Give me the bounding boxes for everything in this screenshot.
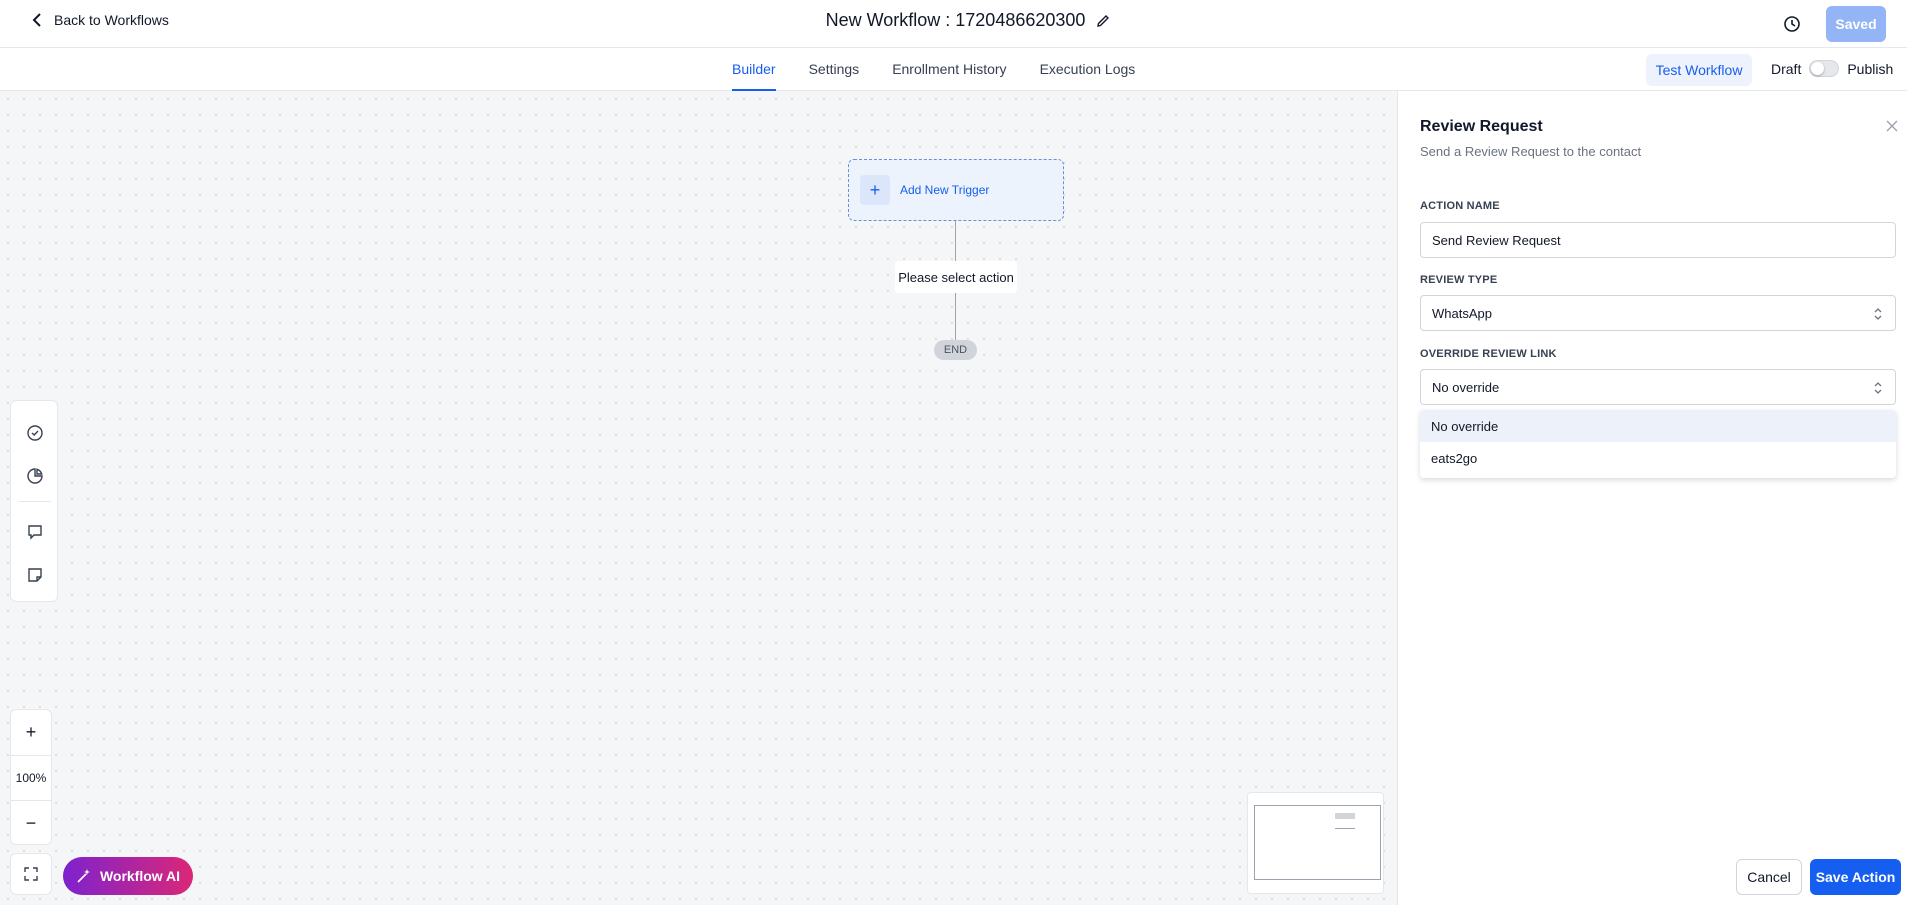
workflow-ai-button[interactable]: Workflow AI <box>63 857 193 895</box>
action-name-input[interactable]: Send Review Request <box>1420 222 1896 258</box>
override-review-link-select[interactable]: No override <box>1420 369 1896 405</box>
panel-subtitle: Send a Review Request to the contact <box>1420 144 1642 159</box>
publish-toggle[interactable] <box>1809 60 1840 77</box>
minimap[interactable] <box>1247 792 1384 894</box>
pencil-icon[interactable] <box>1095 13 1111 29</box>
select-action-node[interactable]: Please select action <box>895 261 1017 293</box>
pie-chart-icon[interactable] <box>23 464 47 488</box>
close-icon[interactable] <box>1884 118 1900 134</box>
action-name-label: ACTION NAME <box>1420 200 1500 212</box>
minimap-viewport <box>1254 805 1381 880</box>
connector-line <box>955 293 956 340</box>
tab-execution-logs[interactable]: Execution Logs <box>1040 48 1136 91</box>
end-node: END <box>934 340 977 360</box>
zoom-level: 100% <box>11 755 51 801</box>
sticky-note-icon[interactable] <box>23 563 47 587</box>
publish-toggle-group: Draft Publish <box>1771 60 1893 77</box>
zoom-out-button[interactable]: − <box>11 801 51 846</box>
cancel-button[interactable]: Cancel <box>1736 859 1802 895</box>
workflow-canvas[interactable]: + Add New Trigger Please select action E… <box>0 91 1397 905</box>
override-dropdown-menu: No override eats2go <box>1420 410 1896 478</box>
workflow-ai-label: Workflow AI <box>99 868 181 884</box>
saved-button[interactable]: Saved <box>1826 6 1886 42</box>
chevron-up-down-icon <box>1874 308 1882 320</box>
publish-label: Publish <box>1847 60 1894 77</box>
zoom-in-button[interactable]: + <box>11 710 51 755</box>
top-bar: Back to Workflows New Workflow : 1720486… <box>0 0 1907 48</box>
workflow-title: New Workflow : 1720486620300 <box>825 10 1086 30</box>
expand-icon <box>24 867 38 881</box>
review-type-select[interactable]: WhatsApp <box>1420 295 1896 331</box>
tabs: Builder Settings Enrollment History Exec… <box>732 48 1135 91</box>
action-config-panel: Review Request Send a Review Request to … <box>1397 91 1907 905</box>
divider <box>19 501 51 502</box>
tab-builder[interactable]: Builder <box>732 48 776 91</box>
test-workflow-button[interactable]: Test Workflow <box>1646 54 1752 86</box>
zoom-controls: + 100% − <box>10 709 52 845</box>
history-icon[interactable] <box>1781 13 1803 35</box>
minimap-node <box>1335 813 1355 819</box>
comment-icon[interactable] <box>23 520 47 544</box>
magic-wand-icon <box>77 869 90 883</box>
draft-label: Draft <box>1771 60 1802 77</box>
minimap-edge <box>1335 828 1355 829</box>
override-review-link-label: OVERRIDE REVIEW LINK <box>1420 348 1557 360</box>
trigger-label: Add New Trigger <box>900 183 990 197</box>
connector-line <box>955 221 956 261</box>
add-new-trigger-node[interactable]: + Add New Trigger <box>848 159 1064 221</box>
canvas-tools <box>10 400 58 602</box>
plus-icon: + <box>860 175 890 205</box>
dropdown-option[interactable]: No override <box>1420 410 1896 442</box>
fit-view-button[interactable] <box>10 853 52 895</box>
tab-enrollment-history[interactable]: Enrollment History <box>892 48 1006 91</box>
workflow-title-container: New Workflow : 1720486620300 <box>0 10 1907 31</box>
override-value: No override <box>1432 379 1500 395</box>
tab-bar: Builder Settings Enrollment History Exec… <box>0 48 1907 91</box>
review-type-label: REVIEW TYPE <box>1420 274 1498 286</box>
tab-settings[interactable]: Settings <box>809 48 860 91</box>
check-circle-icon[interactable] <box>23 421 47 445</box>
dropdown-option[interactable]: eats2go <box>1420 442 1896 474</box>
save-action-button[interactable]: Save Action <box>1810 859 1901 895</box>
chevron-up-down-icon <box>1874 382 1882 394</box>
panel-title: Review Request <box>1420 118 1543 135</box>
review-type-value: WhatsApp <box>1432 305 1492 321</box>
